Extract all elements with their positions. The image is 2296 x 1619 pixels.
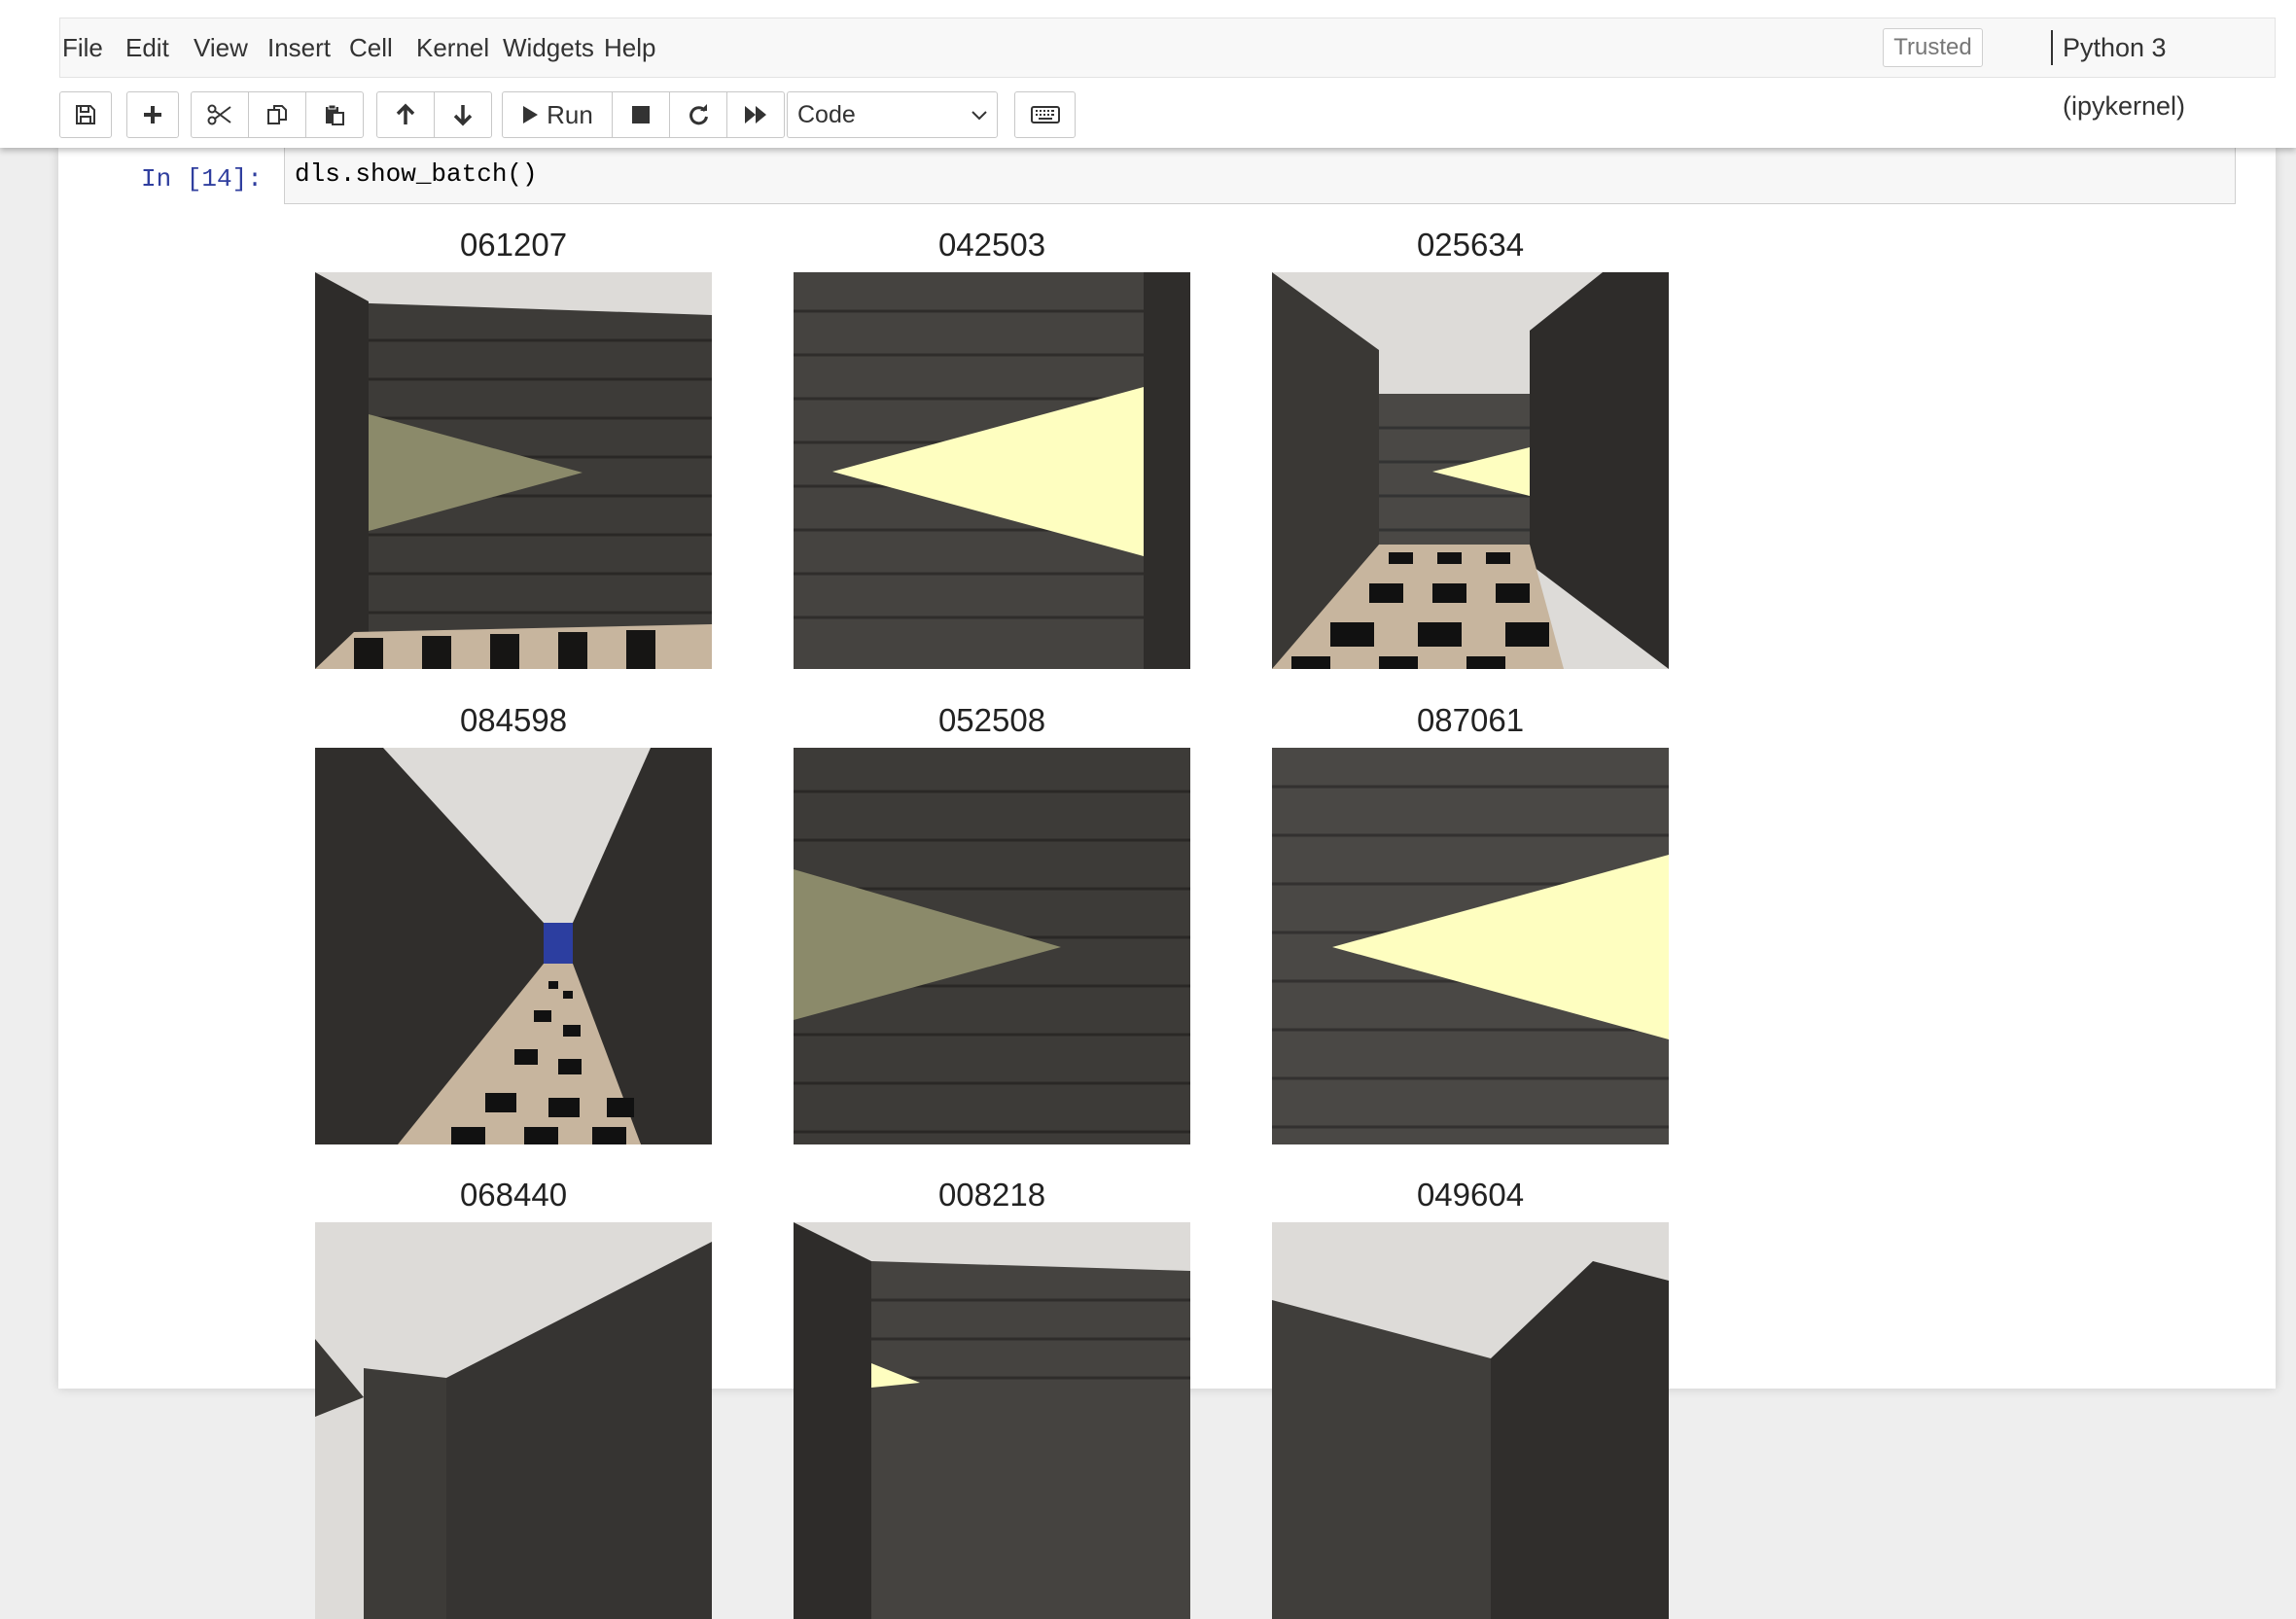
batch-item-image [315,1222,712,1619]
restart-run-all-button[interactable] [726,91,785,138]
menu-cell[interactable]: Cell [347,18,395,77]
plus-icon [144,106,161,123]
cell-type-select[interactable]: Code [787,91,998,138]
batch-item-image [1272,1222,1669,1619]
save-button[interactable] [59,91,112,138]
batch-item-label: 042503 [937,227,1046,263]
toolbar-group-insert [126,91,179,138]
command-palette-button[interactable] [1014,91,1076,138]
batch-item-image [794,748,1190,1144]
batch-item-label: 061207 [459,227,568,263]
arrow-up-icon [396,103,415,124]
batch-item-image [1272,748,1669,1144]
copy-button[interactable] [248,91,306,138]
toolbar-group-save [59,91,112,138]
paste-icon [326,104,344,125]
paste-button[interactable] [305,91,364,138]
keyboard-icon [1030,106,1060,123]
restart-icon [689,104,708,125]
cut-button[interactable] [191,91,249,138]
batch-item-label: 068440 [459,1177,568,1213]
code-text: dls.show_batch() [295,159,538,189]
toolbar-group-move [376,91,492,138]
batch-item-label: 025634 [1416,227,1525,263]
batch-item-label: 049604 [1416,1177,1525,1213]
chevron-down-icon [971,111,987,121]
play-icon [523,106,539,123]
toolbar-group-shortcuts [1014,91,1076,138]
kernel-separator [2051,30,2053,65]
toolbar-group-run: Run [502,91,785,138]
insert-cell-button[interactable] [126,91,179,138]
menu-edit[interactable]: Edit [124,18,171,77]
batch-item-image [794,272,1190,669]
interrupt-button[interactable] [612,91,670,138]
batch-item-image [1272,272,1669,669]
run-label: Run [547,99,593,129]
menu-insert[interactable]: Insert [265,18,333,77]
fast-forward-icon [745,106,766,123]
arrow-down-icon [453,105,473,126]
menu-help[interactable]: Help [602,18,657,77]
input-prompt: In [14]: [141,164,263,194]
run-button[interactable]: Run [502,91,613,138]
menu-kernel[interactable]: Kernel [414,18,491,77]
batch-item-label: 084598 [459,702,568,738]
menubar: File Edit View Insert Cell Kernel Widget… [59,18,2276,121]
copy-icon [267,105,287,124]
batch-item-label: 087061 [1416,702,1525,738]
stop-icon [632,106,650,123]
kernel-name[interactable]: Python 3 (ipykernel) [2063,18,2275,121]
batch-item-image [315,748,712,1144]
menu-widgets[interactable]: Widgets [501,18,596,77]
batch-item-label: 008218 [937,1177,1046,1213]
trusted-badge[interactable]: Trusted [1883,28,1983,67]
restart-button[interactable] [669,91,727,138]
batch-item-label: 052508 [937,702,1046,738]
batch-item-image [315,272,712,669]
notebook-header: File Edit View Insert Cell Kernel Widget… [0,0,2296,148]
code-cell-editor[interactable]: dls.show_batch() [284,148,2236,204]
move-up-button[interactable] [376,91,435,138]
move-down-button[interactable] [434,91,492,138]
menu-file[interactable]: File [60,18,105,77]
menu-view[interactable]: View [192,18,250,77]
cell-type-value: Code [797,101,856,128]
save-icon [76,105,95,124]
toolbar-group-edit [191,91,364,138]
batch-item-image [794,1222,1190,1619]
scissors-icon [207,104,231,125]
